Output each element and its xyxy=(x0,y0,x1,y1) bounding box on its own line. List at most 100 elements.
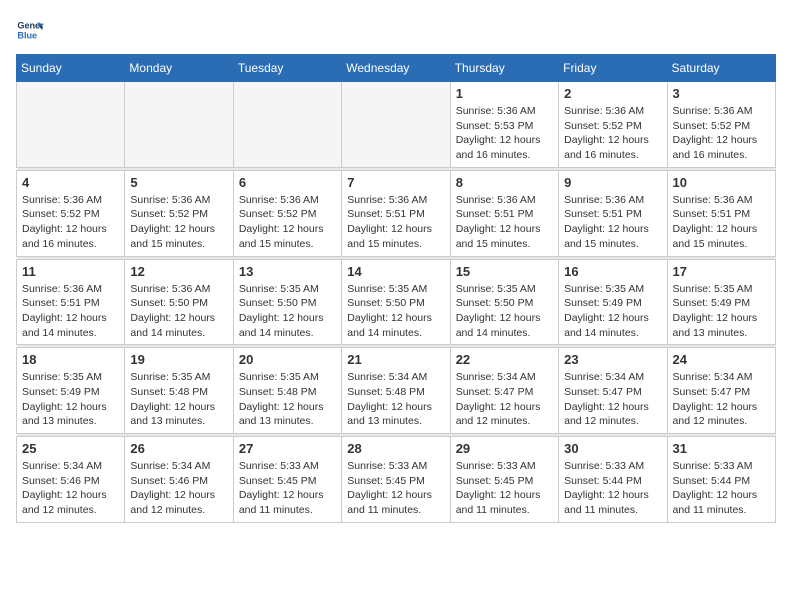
day-number: 11 xyxy=(22,264,119,279)
calendar-cell: 23 Sunrise: 5:34 AMSunset: 5:47 PMDayligh… xyxy=(559,348,667,434)
day-info: Sunrise: 5:36 AMSunset: 5:50 PMDaylight:… xyxy=(130,282,227,341)
day-number: 12 xyxy=(130,264,227,279)
weekday-header: Thursday xyxy=(450,55,558,82)
calendar-cell: 17Sunrise: 5:35 AMSunset: 5:49 PMDayligh… xyxy=(667,259,775,345)
day-info: Sunrise: 5:36 AMSunset: 5:51 PMDaylight:… xyxy=(347,193,444,252)
day-info: Sunrise: 5:33 AMSunset: 5:45 PMDaylight:… xyxy=(347,459,444,518)
calendar-week-row: 25 Sunrise: 5:34 AMSunset: 5:46 PMDayligh… xyxy=(17,437,776,523)
calendar-cell: 21Sunrise: 5:34 AMSunset: 5:48 PMDayligh… xyxy=(342,348,450,434)
day-number: 26 xyxy=(130,441,227,456)
day-number: 21 xyxy=(347,352,444,367)
day-info: Sunrise: 5:36 AMSunset: 5:51 PMDaylight:… xyxy=(456,193,553,252)
calendar-cell: 3 Sunrise: 5:36 AMSunset: 5:52 PMDaylight… xyxy=(667,82,775,168)
logo: General Blue xyxy=(16,16,48,44)
weekday-header-row: SundayMondayTuesdayWednesdayThursdayFrid… xyxy=(17,55,776,82)
calendar-cell: 28 Sunrise: 5:33 AMSunset: 5:45 PMDayligh… xyxy=(342,437,450,523)
day-number: 13 xyxy=(239,264,336,279)
day-info: Sunrise: 5:33 AMSunset: 5:45 PMDaylight:… xyxy=(456,459,553,518)
svg-text:Blue: Blue xyxy=(17,30,37,40)
day-info: Sunrise: 5:35 AMSunset: 5:49 PMDaylight:… xyxy=(22,370,119,429)
calendar-cell: 29 Sunrise: 5:33 AMSunset: 5:45 PMDayligh… xyxy=(450,437,558,523)
day-info: Sunrise: 5:34 AMSunset: 5:47 PMDaylight:… xyxy=(564,370,661,429)
day-info: Sunrise: 5:36 AMSunset: 5:51 PMDaylight:… xyxy=(564,193,661,252)
day-number: 16 xyxy=(564,264,661,279)
day-number: 25 xyxy=(22,441,119,456)
calendar-cell xyxy=(17,82,125,168)
calendar-cell: 13Sunrise: 5:35 AMSunset: 5:50 PMDayligh… xyxy=(233,259,341,345)
day-info: Sunrise: 5:36 AMSunset: 5:53 PMDaylight:… xyxy=(456,104,553,163)
day-number: 1 xyxy=(456,86,553,101)
day-number: 23 xyxy=(564,352,661,367)
day-number: 20 xyxy=(239,352,336,367)
calendar-cell: 25 Sunrise: 5:34 AMSunset: 5:46 PMDayligh… xyxy=(17,437,125,523)
calendar-cell: 26 Sunrise: 5:34 AMSunset: 5:46 PMDayligh… xyxy=(125,437,233,523)
calendar-cell: 22 Sunrise: 5:34 AMSunset: 5:47 PMDayligh… xyxy=(450,348,558,434)
calendar-cell xyxy=(125,82,233,168)
day-number: 22 xyxy=(456,352,553,367)
calendar-cell: 8 Sunrise: 5:36 AMSunset: 5:51 PMDaylight… xyxy=(450,170,558,256)
day-number: 9 xyxy=(564,175,661,190)
calendar-cell: 31Sunrise: 5:33 AMSunset: 5:44 PMDayligh… xyxy=(667,437,775,523)
day-number: 7 xyxy=(347,175,444,190)
calendar-cell: 12 Sunrise: 5:36 AMSunset: 5:50 PMDayligh… xyxy=(125,259,233,345)
day-info: Sunrise: 5:33 AMSunset: 5:45 PMDaylight:… xyxy=(239,459,336,518)
day-number: 24 xyxy=(673,352,770,367)
calendar-cell: 27 Sunrise: 5:33 AMSunset: 5:45 PMDayligh… xyxy=(233,437,341,523)
weekday-header: Saturday xyxy=(667,55,775,82)
calendar-cell: 6 Sunrise: 5:36 AMSunset: 5:52 PMDaylight… xyxy=(233,170,341,256)
page-header: General Blue xyxy=(16,16,776,44)
calendar-cell: 16 Sunrise: 5:35 AMSunset: 5:49 PMDayligh… xyxy=(559,259,667,345)
day-info: Sunrise: 5:36 AMSunset: 5:51 PMDaylight:… xyxy=(22,282,119,341)
calendar-cell xyxy=(233,82,341,168)
day-number: 30 xyxy=(564,441,661,456)
day-info: Sunrise: 5:34 AMSunset: 5:47 PMDaylight:… xyxy=(673,370,770,429)
logo-icon: General Blue xyxy=(16,16,44,44)
calendar-cell: 14Sunrise: 5:35 AMSunset: 5:50 PMDayligh… xyxy=(342,259,450,345)
day-number: 29 xyxy=(456,441,553,456)
day-info: Sunrise: 5:34 AMSunset: 5:47 PMDaylight:… xyxy=(456,370,553,429)
day-info: Sunrise: 5:36 AMSunset: 5:52 PMDaylight:… xyxy=(239,193,336,252)
calendar-cell: 9 Sunrise: 5:36 AMSunset: 5:51 PMDaylight… xyxy=(559,170,667,256)
day-info: Sunrise: 5:36 AMSunset: 5:52 PMDaylight:… xyxy=(673,104,770,163)
day-info: Sunrise: 5:36 AMSunset: 5:52 PMDaylight:… xyxy=(564,104,661,163)
calendar-cell: 7 Sunrise: 5:36 AMSunset: 5:51 PMDaylight… xyxy=(342,170,450,256)
calendar-cell: 15Sunrise: 5:35 AMSunset: 5:50 PMDayligh… xyxy=(450,259,558,345)
day-number: 19 xyxy=(130,352,227,367)
day-number: 15 xyxy=(456,264,553,279)
day-info: Sunrise: 5:36 AMSunset: 5:51 PMDaylight:… xyxy=(673,193,770,252)
day-info: Sunrise: 5:36 AMSunset: 5:52 PMDaylight:… xyxy=(130,193,227,252)
day-number: 28 xyxy=(347,441,444,456)
day-info: Sunrise: 5:35 AMSunset: 5:49 PMDaylight:… xyxy=(564,282,661,341)
day-info: Sunrise: 5:34 AMSunset: 5:46 PMDaylight:… xyxy=(130,459,227,518)
day-number: 3 xyxy=(673,86,770,101)
calendar-cell: 18 Sunrise: 5:35 AMSunset: 5:49 PMDayligh… xyxy=(17,348,125,434)
day-info: Sunrise: 5:35 AMSunset: 5:48 PMDaylight:… xyxy=(130,370,227,429)
calendar-cell: 11 Sunrise: 5:36 AMSunset: 5:51 PMDayligh… xyxy=(17,259,125,345)
calendar-cell xyxy=(342,82,450,168)
calendar-cell: 19 Sunrise: 5:35 AMSunset: 5:48 PMDayligh… xyxy=(125,348,233,434)
calendar-week-row: 4Sunrise: 5:36 AMSunset: 5:52 PMDaylight… xyxy=(17,170,776,256)
day-number: 10 xyxy=(673,175,770,190)
calendar-week-row: 18 Sunrise: 5:35 AMSunset: 5:49 PMDayligh… xyxy=(17,348,776,434)
day-number: 18 xyxy=(22,352,119,367)
day-info: Sunrise: 5:33 AMSunset: 5:44 PMDaylight:… xyxy=(564,459,661,518)
day-number: 27 xyxy=(239,441,336,456)
calendar-week-row: 11 Sunrise: 5:36 AMSunset: 5:51 PMDayligh… xyxy=(17,259,776,345)
calendar-table: SundayMondayTuesdayWednesdayThursdayFrid… xyxy=(16,54,776,523)
day-info: Sunrise: 5:35 AMSunset: 5:48 PMDaylight:… xyxy=(239,370,336,429)
calendar-cell: 30 Sunrise: 5:33 AMSunset: 5:44 PMDayligh… xyxy=(559,437,667,523)
day-info: Sunrise: 5:35 AMSunset: 5:50 PMDaylight:… xyxy=(347,282,444,341)
calendar-cell: 2 Sunrise: 5:36 AMSunset: 5:52 PMDaylight… xyxy=(559,82,667,168)
calendar-cell: 10 Sunrise: 5:36 AMSunset: 5:51 PMDayligh… xyxy=(667,170,775,256)
calendar-cell: 20 Sunrise: 5:35 AMSunset: 5:48 PMDayligh… xyxy=(233,348,341,434)
day-info: Sunrise: 5:34 AMSunset: 5:46 PMDaylight:… xyxy=(22,459,119,518)
day-number: 8 xyxy=(456,175,553,190)
day-number: 31 xyxy=(673,441,770,456)
day-number: 2 xyxy=(564,86,661,101)
weekday-header: Friday xyxy=(559,55,667,82)
weekday-header: Sunday xyxy=(17,55,125,82)
day-number: 17 xyxy=(673,264,770,279)
day-info: Sunrise: 5:36 AMSunset: 5:52 PMDaylight:… xyxy=(22,193,119,252)
weekday-header: Wednesday xyxy=(342,55,450,82)
day-number: 6 xyxy=(239,175,336,190)
